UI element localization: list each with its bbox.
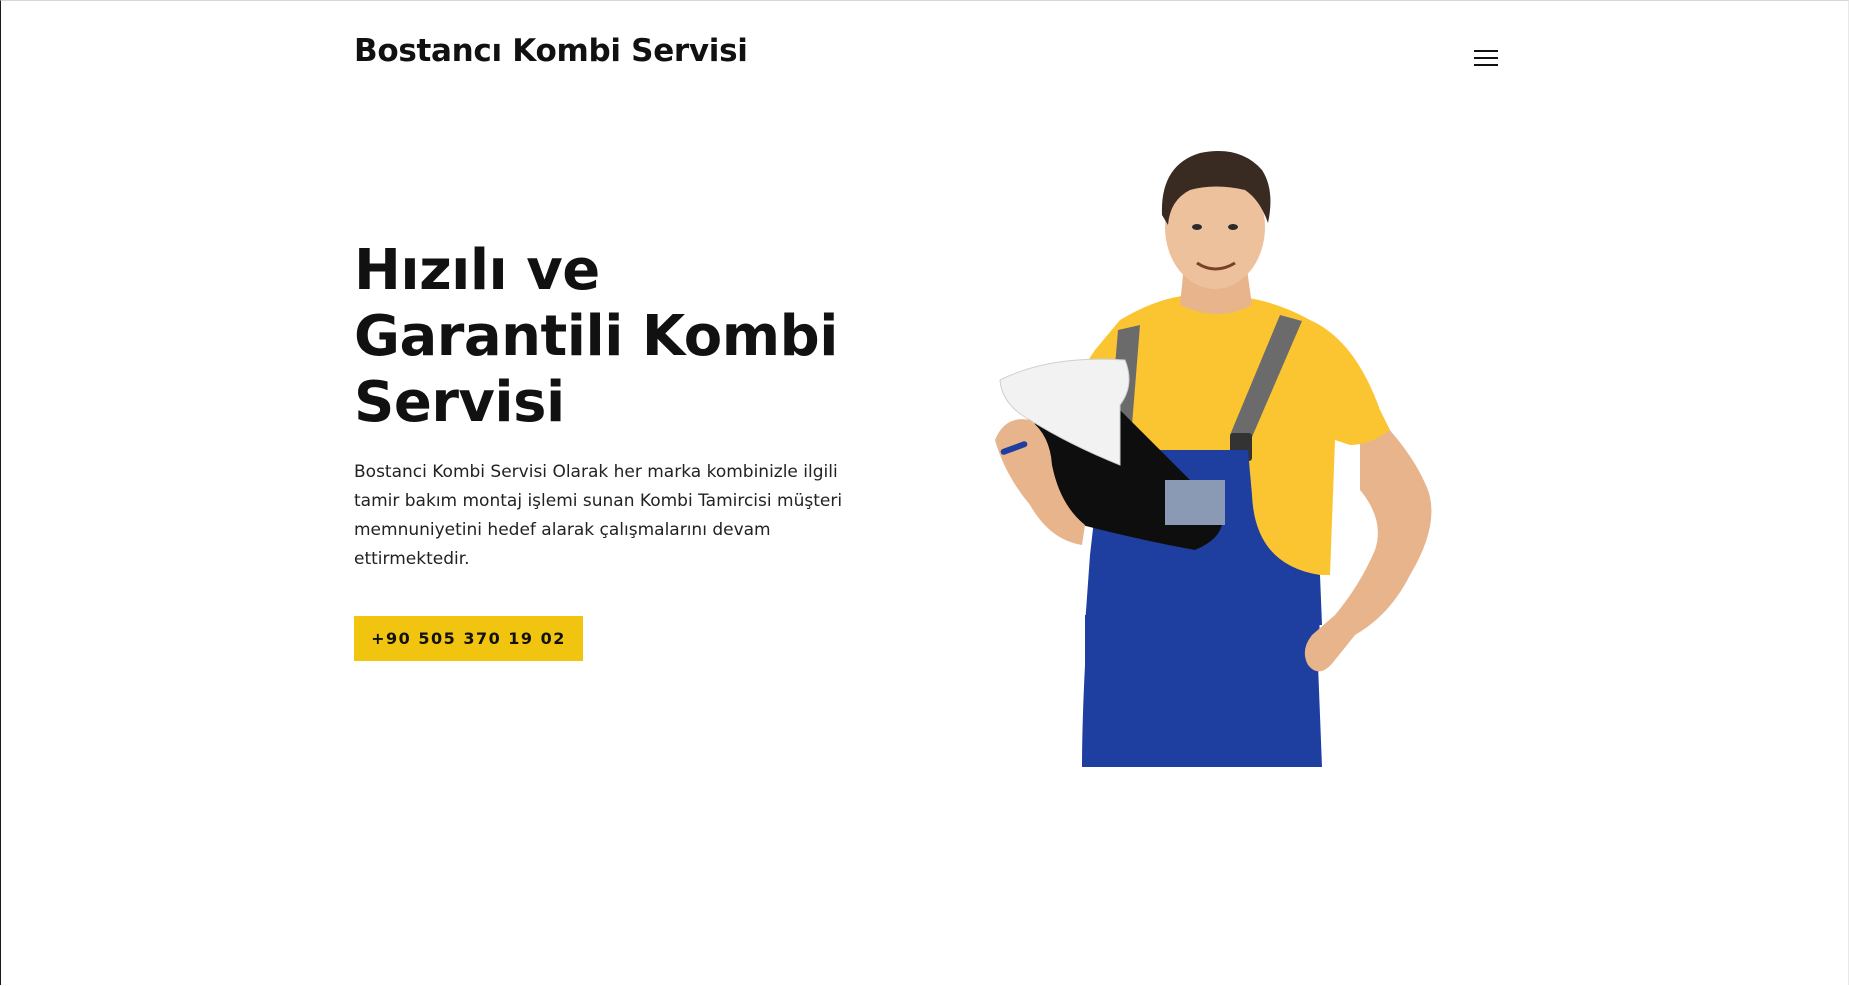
overalls-pocket bbox=[1165, 480, 1225, 525]
hero-description: Bostanci Kombi Servisi Olarak her marka … bbox=[354, 462, 843, 569]
overalls-legs bbox=[1082, 615, 1322, 767]
hamburger-menu-icon[interactable] bbox=[1472, 48, 1500, 70]
site-header: Bostancı Kombi Servisi bbox=[354, 33, 1500, 83]
eye-left bbox=[1192, 224, 1202, 230]
eye-right bbox=[1228, 224, 1238, 230]
hero-title: Hızılı ve Garantili Kombi Servisi bbox=[354, 238, 854, 436]
technician-image bbox=[995, 151, 1432, 767]
page-frame bbox=[0, 0, 1849, 985]
hero-title-line: Garantili Kombi bbox=[354, 304, 838, 369]
hero-section: Hızılı ve Garantili Kombi Servisi Bostan… bbox=[354, 238, 854, 574]
phone-call-button[interactable]: +90 505 370 19 02 bbox=[354, 616, 583, 661]
site-logo[interactable]: Bostancı Kombi Servisi bbox=[354, 33, 748, 69]
menu-bar bbox=[1474, 64, 1498, 66]
hero-title-line: Servisi bbox=[354, 370, 565, 435]
menu-bar bbox=[1474, 50, 1498, 52]
hero-title-line: Hızılı ve bbox=[354, 238, 600, 303]
menu-bar bbox=[1474, 57, 1498, 59]
